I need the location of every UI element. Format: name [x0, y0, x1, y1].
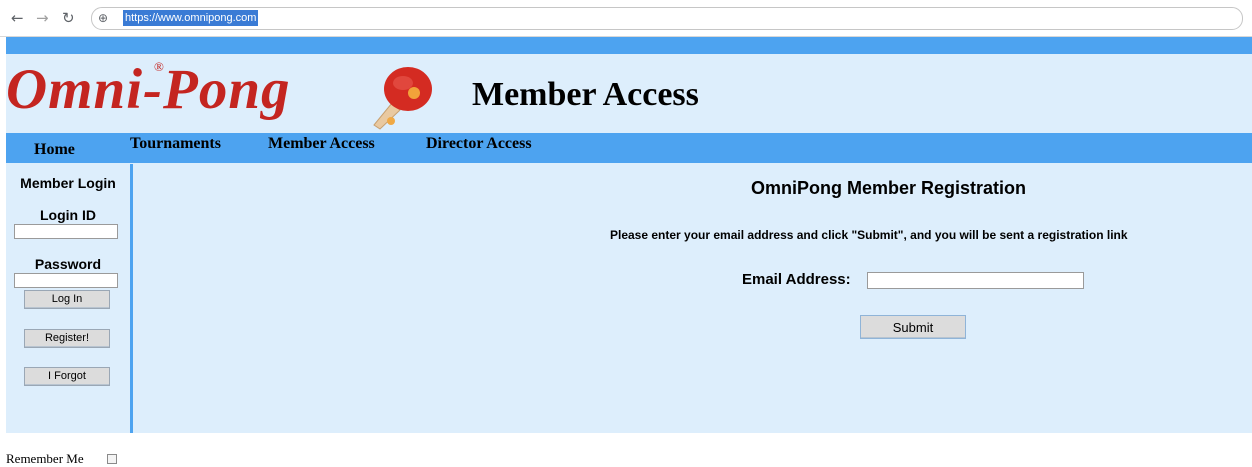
- forgot-button[interactable]: I Forgot: [24, 367, 110, 386]
- top-blue-bar: [6, 37, 1252, 54]
- nav-home[interactable]: Home: [34, 141, 75, 159]
- reload-icon[interactable]: ↻: [62, 8, 75, 28]
- page-body: Omni-Pong ® Member Access Home Tournamen…: [6, 37, 1252, 466]
- forward-arrow-icon[interactable]: →: [36, 8, 49, 28]
- back-arrow-icon[interactable]: ←: [11, 8, 24, 28]
- browser-toolbar: ← → ↻ ⊕ https://www.omnipong.com: [0, 0, 1252, 37]
- member-login-title: Member Login: [20, 175, 116, 191]
- submit-button[interactable]: Submit: [860, 315, 966, 339]
- email-address-label: Email Address:: [742, 271, 851, 288]
- password-label: Password: [34, 256, 102, 272]
- register-button[interactable]: Register!: [24, 329, 110, 348]
- registered-mark: ®: [154, 59, 164, 74]
- nav-member-access[interactable]: Member Access: [268, 135, 375, 153]
- address-url[interactable]: https://www.omnipong.com: [123, 10, 259, 26]
- address-bar[interactable]: ⊕ https://www.omnipong.com: [91, 7, 1243, 30]
- main-nav: Home Tournaments Member Access Director …: [6, 133, 1252, 163]
- globe-icon: ⊕: [98, 11, 109, 25]
- registration-instructions: Please enter your email address and clic…: [610, 228, 1128, 242]
- password-input[interactable]: [14, 273, 118, 288]
- login-sidebar: Member Login Login ID Password Log In Re…: [6, 164, 133, 466]
- remember-me-label: Remember Me: [6, 451, 84, 466]
- log-in-button[interactable]: Log In: [24, 290, 110, 309]
- remember-me-checkbox[interactable]: [107, 454, 117, 464]
- login-id-input[interactable]: [14, 224, 118, 239]
- login-id-label: Login ID: [40, 207, 96, 223]
- brand-logo-text[interactable]: Omni-Pong: [6, 58, 291, 122]
- registration-title: OmniPong Member Registration: [751, 178, 1027, 198]
- paddle-logo-icon: [373, 67, 432, 130]
- registration-panel: OmniPong Member Registration Please ente…: [133, 164, 1252, 433]
- email-address-input[interactable]: [867, 272, 1084, 289]
- nav-tournaments[interactable]: Tournaments: [130, 135, 221, 153]
- nav-director-access[interactable]: Director Access: [426, 135, 532, 153]
- section-title: Member Access: [472, 76, 699, 113]
